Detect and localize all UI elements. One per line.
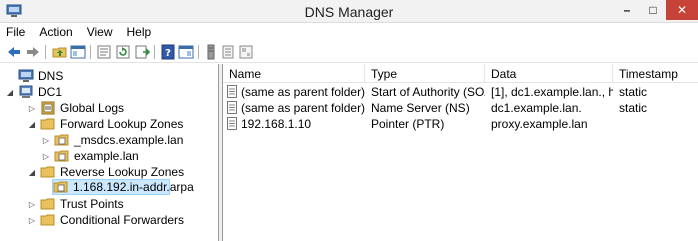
toolbar: ? <box>0 41 698 63</box>
cell-name: 192.168.1.10 <box>241 117 312 131</box>
toolbar-separator <box>154 45 155 59</box>
menu-file[interactable]: File <box>0 23 32 41</box>
cell-type: Start of Authority (SOA) <box>371 85 485 99</box>
chevron-right-icon[interactable]: ▷ <box>26 198 38 210</box>
record-icon <box>227 117 237 130</box>
cell-timestamp: static <box>619 85 648 99</box>
folder-icon <box>40 198 55 210</box>
view-icon[interactable] <box>238 44 254 60</box>
toolbar-separator <box>90 45 91 59</box>
table-row[interactable]: (same as parent folder) Start of Authori… <box>223 84 698 100</box>
export-list-icon[interactable] <box>134 44 150 60</box>
maximize-button[interactable]: □ <box>640 0 666 20</box>
record-icon <box>227 85 237 98</box>
tree-label: Conditional Forwarders <box>60 213 185 227</box>
refresh-icon[interactable] <box>115 44 131 60</box>
zone-icon <box>53 181 68 193</box>
tree-item-msdcs[interactable]: ▷ _msdcs.example.lan <box>40 132 183 148</box>
menu-help[interactable]: Help <box>120 23 159 41</box>
column-header-timestamp[interactable]: Timestamp <box>613 64 698 83</box>
tree-label: DC1 <box>38 85 63 99</box>
chevron-down-icon[interactable]: ◢ <box>26 166 38 178</box>
dns-icon <box>18 69 34 82</box>
tree-label: Global Logs <box>60 101 125 115</box>
close-button[interactable]: ✕ <box>666 0 698 20</box>
log-icon <box>41 101 55 115</box>
cell-timestamp: static <box>619 101 648 115</box>
tree-item-conditional-forwarders[interactable]: ▷ Conditional Forwarders <box>26 212 184 228</box>
tree-item-global-logs[interactable]: ▷ Global Logs <box>26 100 124 116</box>
tree-item-dns[interactable]: DNS <box>4 68 63 84</box>
menu-view[interactable]: View <box>80 23 120 41</box>
tree-item-reverse-zone[interactable]: 1.168.192.in-addr.arpa <box>52 179 194 195</box>
folder-icon <box>40 214 55 226</box>
help-icon[interactable]: ? <box>160 44 176 60</box>
cell-name: (same as parent folder) <box>241 85 365 99</box>
chevron-right-icon[interactable]: ▷ <box>40 134 52 146</box>
mmc-icon[interactable] <box>178 44 194 60</box>
console-tree[interactable]: DNS ◢ DC1 ▷ Global Logs ◢ Forward Lookup… <box>0 64 219 241</box>
tree-label: Reverse Lookup Zones <box>60 165 185 179</box>
column-header-data[interactable]: Data <box>485 64 613 83</box>
show-tree-icon[interactable] <box>70 44 86 60</box>
chevron-right-icon[interactable]: ▷ <box>26 102 38 114</box>
cell-name: (same as parent folder) <box>241 101 365 115</box>
tree-label: 1.168.192.in-addr.arpa <box>73 180 194 194</box>
menu-bar: File Action View Help <box>0 23 698 41</box>
title-bar: DNS Manager – □ ✕ <box>0 0 698 23</box>
chevron-down-icon[interactable]: ◢ <box>26 118 38 130</box>
toolbar-separator <box>45 45 46 59</box>
chevron-down-icon[interactable]: ◢ <box>4 86 16 98</box>
table-row[interactable]: (same as parent folder) Name Server (NS)… <box>223 100 698 116</box>
tree-label: _msdcs.example.lan <box>74 133 184 147</box>
column-header-type[interactable]: Type <box>365 64 485 83</box>
list-icon[interactable] <box>220 44 236 60</box>
zone-icon <box>54 150 69 162</box>
tree-item-trust-points[interactable]: ▷ Trust Points <box>26 196 124 212</box>
tree-label: example.lan <box>74 149 139 163</box>
svg-text:?: ? <box>165 48 171 59</box>
chevron-right-icon[interactable]: ▷ <box>26 214 38 226</box>
window-title: DNS Manager <box>304 4 394 20</box>
minimize-button[interactable]: – <box>614 0 640 20</box>
properties-icon[interactable] <box>96 44 112 60</box>
column-header-name[interactable]: Name <box>223 64 365 83</box>
cell-data: dc1.example.lan. <box>491 101 582 115</box>
tree-label: Forward Lookup Zones <box>60 117 184 131</box>
cell-type: Pointer (PTR) <box>371 117 445 131</box>
table-row[interactable]: 192.168.1.10 Pointer (PTR) proxy.example… <box>223 116 698 132</box>
back-icon[interactable] <box>6 44 22 60</box>
cell-data: [1], dc1.example.lan., host... <box>491 85 613 99</box>
server-icon[interactable] <box>203 44 219 60</box>
tree-label: Trust Points <box>60 197 124 211</box>
record-icon <box>227 101 237 114</box>
chevron-right-icon[interactable]: ▷ <box>40 150 52 162</box>
folder-icon <box>40 118 55 130</box>
tree-item-dc1[interactable]: ◢ DC1 <box>4 84 62 100</box>
tree-item-reverse-lookup-zones[interactable]: ◢ Reverse Lookup Zones <box>26 164 184 180</box>
tree-label: DNS <box>38 69 64 83</box>
cell-data: proxy.example.lan <box>491 117 588 131</box>
tree-item-example-lan[interactable]: ▷ example.lan <box>40 148 139 164</box>
server-icon <box>19 85 33 98</box>
zone-icon <box>54 134 69 146</box>
forward-icon[interactable] <box>25 44 41 60</box>
menu-action[interactable]: Action <box>32 23 79 41</box>
up-folder-icon[interactable] <box>52 44 68 60</box>
cell-type: Name Server (NS) <box>371 101 470 115</box>
list-header: Name Type Data Timestamp <box>223 64 698 83</box>
toolbar-separator <box>198 45 199 59</box>
folder-icon <box>40 166 55 178</box>
tree-item-forward-lookup-zones[interactable]: ◢ Forward Lookup Zones <box>26 116 183 132</box>
results-list[interactable]: Name Type Data Timestamp (same as parent… <box>223 64 698 241</box>
